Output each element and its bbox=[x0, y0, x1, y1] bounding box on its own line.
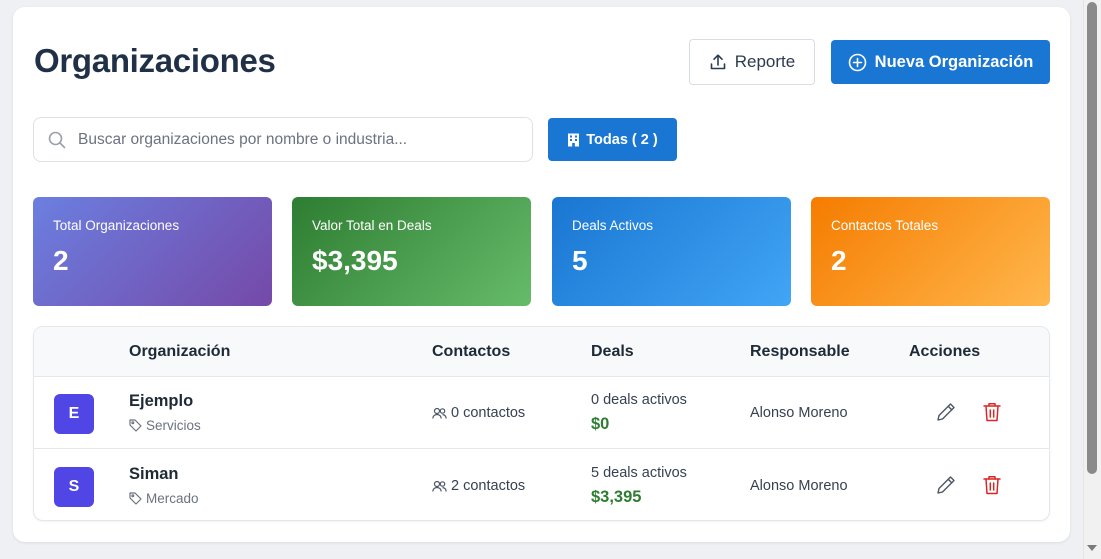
organizations-table: Organización Contactos Deals Responsable… bbox=[33, 326, 1050, 521]
stat-card-active-deals: Deals Activos 5 bbox=[552, 197, 791, 306]
contacts-label: 0 contactos bbox=[451, 405, 526, 421]
industry-label: Mercado bbox=[146, 491, 199, 506]
owner-name: Alonso Moreno bbox=[750, 478, 848, 494]
scroll-down-arrow[interactable] bbox=[1087, 545, 1097, 551]
stat-value: 2 bbox=[53, 245, 69, 276]
edit-button[interactable] bbox=[935, 474, 957, 501]
stat-card-total-deal-value: Valor Total en Deals $3,395 bbox=[292, 197, 531, 306]
tag-icon bbox=[129, 419, 142, 432]
stat-value: 2 bbox=[831, 245, 847, 276]
stat-value: $3,395 bbox=[312, 245, 398, 276]
users-icon bbox=[432, 480, 447, 492]
stat-label: Valor Total en Deals bbox=[312, 218, 432, 233]
upload-icon bbox=[710, 54, 726, 70]
column-header-deals[interactable]: Deals bbox=[591, 343, 634, 361]
active-deals-count: 0 deals activos bbox=[591, 392, 687, 408]
filter-all-button[interactable]: Todas ( 2 ) bbox=[548, 118, 677, 161]
filter-all-label: Todas ( 2 ) bbox=[586, 131, 658, 148]
industry-label: Servicios bbox=[146, 418, 201, 433]
scrollbar-thumb[interactable] bbox=[1087, 2, 1097, 474]
table-header: Organización Contactos Deals Responsable… bbox=[34, 327, 1049, 377]
avatar: S bbox=[54, 467, 94, 507]
new-organization-button[interactable]: Nueva Organización bbox=[831, 40, 1050, 84]
table-row[interactable]: E Ejemplo Servicios 0 contactos 0 deals … bbox=[34, 377, 1049, 449]
column-header-actions: Acciones bbox=[909, 343, 981, 360]
deals-value: $0 bbox=[591, 415, 610, 433]
stat-card-total-organizations: Total Organizaciones 2 bbox=[33, 197, 272, 306]
stat-label: Deals Activos bbox=[572, 218, 654, 233]
report-button-label: Reporte bbox=[734, 52, 796, 71]
contacts-label: 2 contactos bbox=[451, 478, 526, 494]
column-header-owner[interactable]: Responsable bbox=[750, 343, 850, 361]
search-input[interactable] bbox=[78, 130, 498, 149]
column-header-organization[interactable]: Organización bbox=[129, 343, 230, 361]
organization-name[interactable]: Siman bbox=[129, 465, 179, 484]
stat-label: Contactos Totales bbox=[831, 218, 939, 233]
avatar: E bbox=[54, 394, 94, 434]
organization-industry: Servicios bbox=[129, 418, 201, 433]
new-organization-label: Nueva Organización bbox=[874, 52, 1034, 71]
building-icon bbox=[568, 133, 580, 146]
table-row[interactable]: S Siman Mercado 2 contactos 5 deals acti… bbox=[34, 450, 1049, 520]
users-icon bbox=[432, 407, 447, 419]
contacts-count: 2 contactos bbox=[432, 478, 525, 494]
organization-name[interactable]: Ejemplo bbox=[129, 392, 193, 411]
stat-value: 5 bbox=[572, 245, 588, 276]
delete-button[interactable] bbox=[982, 401, 1002, 428]
plus-circle-icon bbox=[848, 53, 866, 71]
stat-label: Total Organizaciones bbox=[53, 218, 180, 233]
stat-card-total-contacts: Contactos Totales 2 bbox=[811, 197, 1050, 306]
edit-button[interactable] bbox=[935, 401, 957, 428]
pencil-icon bbox=[937, 403, 955, 421]
active-deals-count: 5 deals activos bbox=[591, 465, 687, 481]
search-box[interactable] bbox=[33, 117, 533, 162]
organization-industry: Mercado bbox=[129, 491, 199, 506]
column-header-contacts[interactable]: Contactos bbox=[432, 343, 510, 361]
report-button[interactable]: Reporte bbox=[689, 39, 815, 85]
owner-name: Alonso Moreno bbox=[750, 405, 848, 421]
search-icon bbox=[48, 131, 66, 148]
trash-icon bbox=[983, 403, 1001, 422]
deals-value: $3,395 bbox=[591, 488, 642, 506]
page-title: Organizaciones bbox=[34, 42, 276, 79]
tag-icon bbox=[129, 492, 142, 505]
contacts-count: 0 contactos bbox=[432, 405, 525, 421]
trash-icon bbox=[983, 476, 1001, 495]
delete-button[interactable] bbox=[982, 474, 1002, 501]
pencil-icon bbox=[937, 476, 955, 494]
